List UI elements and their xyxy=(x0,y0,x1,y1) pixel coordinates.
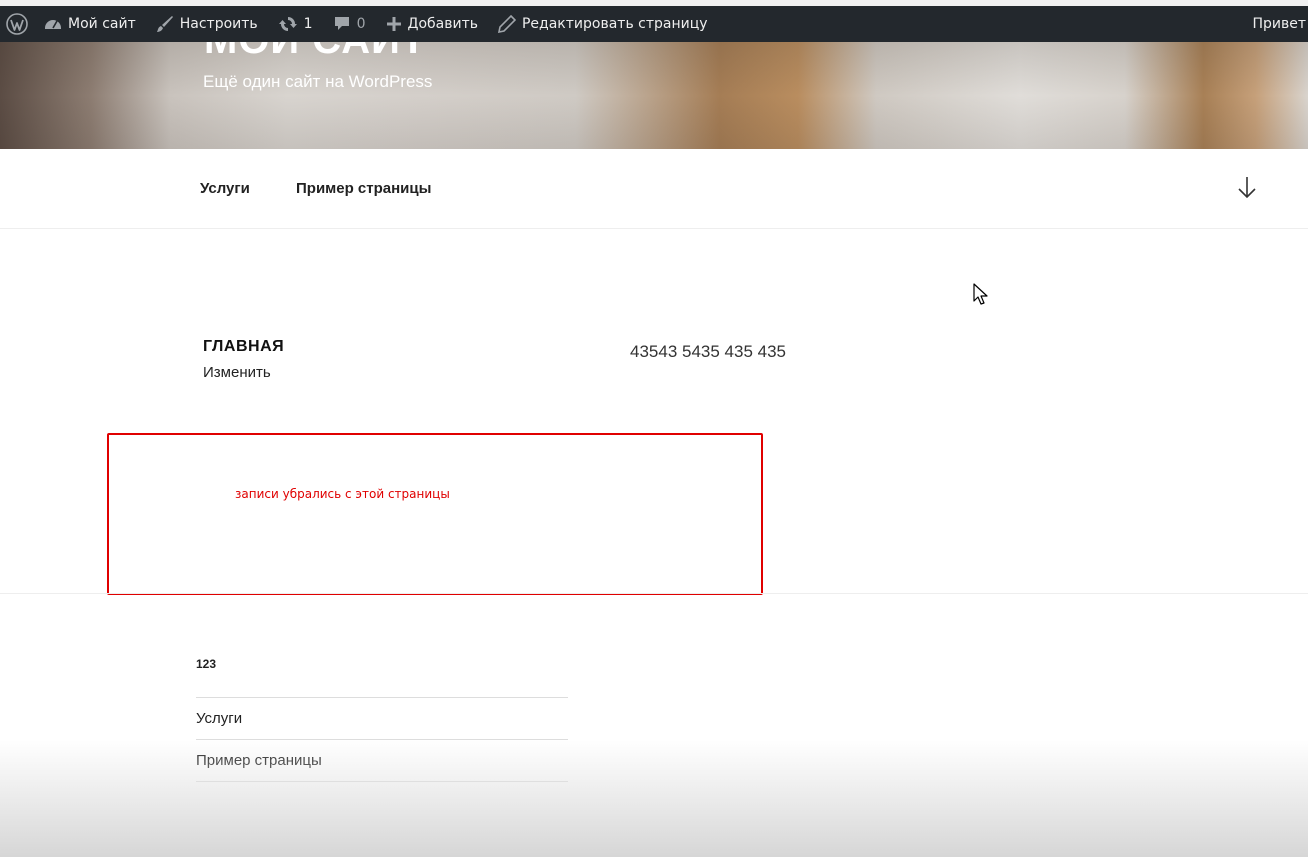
widget-item-sample-page[interactable]: Пример страницы xyxy=(196,740,568,782)
site-name-menu[interactable]: Мой сайт xyxy=(34,6,146,42)
main-navigation: Услуги Пример страницы xyxy=(0,149,1308,229)
edit-link[interactable]: Изменить xyxy=(203,364,271,381)
nav-item-services[interactable]: Услуги xyxy=(200,180,250,197)
customize-label: Настроить xyxy=(179,16,258,32)
site-title[interactable]: МОЙ САЙТ xyxy=(204,42,426,63)
mouse-cursor-icon xyxy=(973,283,988,305)
edit-page-label: Редактировать страницу xyxy=(521,16,708,32)
site-name-label: Мой сайт xyxy=(68,16,136,32)
header-image xyxy=(0,42,1308,149)
add-new-label: Добавить xyxy=(407,16,478,32)
annotation-text: записи убрались с этой страницы xyxy=(235,487,450,501)
annotation-box: записи убрались с этой страницы xyxy=(107,433,763,595)
comments-button[interactable]: 0 xyxy=(323,6,376,42)
nav-item-sample-page[interactable]: Пример страницы xyxy=(296,180,431,197)
widget-item-services[interactable]: Услуги xyxy=(196,698,568,740)
plus-icon xyxy=(386,17,401,31)
updates-count: 1 xyxy=(303,16,313,32)
site-tagline: Ещё один сайт на WordPress xyxy=(203,72,433,91)
wordpress-icon xyxy=(6,13,28,35)
admin-bar: Мой сайт Настроить 1 0 Добавить Редактир… xyxy=(0,6,1308,42)
updates-icon xyxy=(278,17,297,31)
paintbrush-icon xyxy=(156,16,173,32)
widget-title: 123 xyxy=(196,657,217,671)
footer-divider xyxy=(0,593,1308,594)
comment-icon xyxy=(334,17,349,30)
customize-button[interactable]: Настроить xyxy=(146,6,268,42)
add-new-button[interactable]: Добавить xyxy=(376,6,488,42)
wordpress-logo-button[interactable] xyxy=(0,6,34,42)
dashboard-icon xyxy=(45,20,61,29)
widget-menu: Услуги Пример страницы xyxy=(196,697,568,782)
my-account-menu[interactable]: Привет xyxy=(1252,6,1308,42)
greeting-label: Привет xyxy=(1252,16,1306,32)
page-title: ГЛАВНАЯ xyxy=(203,338,285,355)
arrow-down-icon[interactable] xyxy=(1236,175,1258,201)
page-content: 43543 5435 435 435 xyxy=(630,342,786,361)
pencil-icon xyxy=(497,15,516,33)
site-header: МОЙ САЙТ Ещё один сайт на WordPress xyxy=(0,42,1308,149)
updates-button[interactable]: 1 xyxy=(268,6,323,42)
comments-count: 0 xyxy=(356,16,366,32)
edit-page-button[interactable]: Редактировать страницу xyxy=(488,6,718,42)
